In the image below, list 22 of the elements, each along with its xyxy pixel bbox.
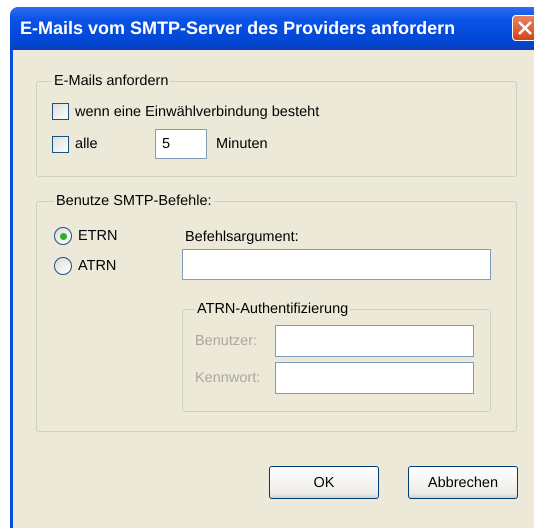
argument-label: Befehlsargument: [185, 229, 300, 245]
checkbox[interactable] [52, 136, 69, 152]
field-label: Benutzer: [195, 333, 258, 349]
radio-label: ETRN [78, 228, 118, 244]
argument-field[interactable] [182, 249, 491, 280]
group-label: Benutze SMTP-Befehle: [55, 193, 213, 209]
radio-button[interactable] [54, 257, 72, 275]
close-icon [517, 20, 533, 36]
checkbox-label: alle [75, 136, 99, 152]
field-label: Kennwort: [195, 370, 262, 386]
checkbox[interactable] [52, 103, 69, 120]
radio-label: ATRN [78, 258, 116, 274]
minutes-field[interactable]: 5 [155, 129, 207, 159]
checkbox-label: wenn eine Einwählverbindung besteht [75, 104, 320, 120]
dialog-button[interactable]: Abbrechen [408, 466, 518, 499]
window-title: E-Mails vom SMTP-Server des Providers anfordern [20, 18, 456, 39]
dialog-button[interactable]: OK [269, 466, 379, 499]
group-label: E-Mails anfordern [53, 73, 170, 89]
group-label: ATRN-Authentifizierung [196, 301, 350, 317]
radio-button[interactable] [54, 227, 72, 245]
unit-label: Minuten [216, 136, 268, 152]
close-button[interactable] [512, 15, 534, 41]
